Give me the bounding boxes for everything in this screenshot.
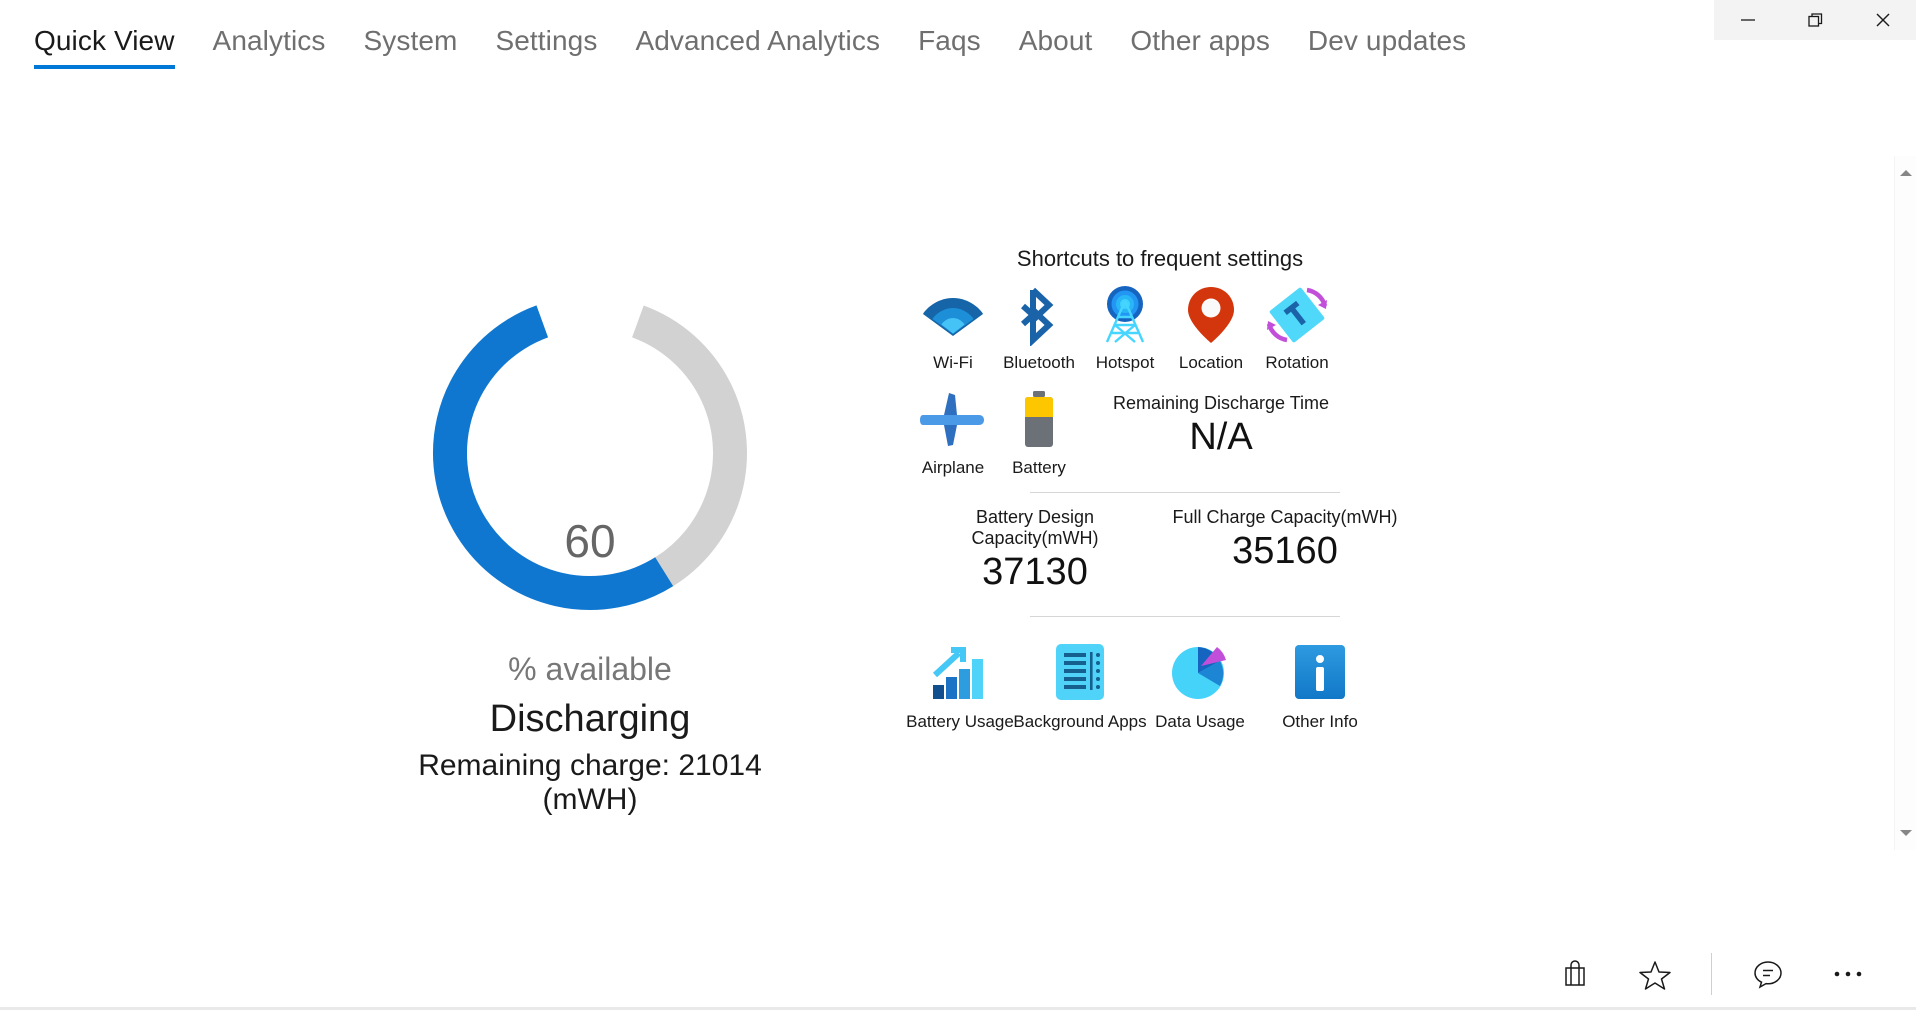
stat-label: Battery Design Capacity(mWH) [971,507,1099,548]
minimize-button[interactable] [1714,0,1781,40]
remaining-discharge-time: Remaining Discharge Time N/A [1106,389,1336,459]
shortcut-label: Background Apps [1013,712,1147,731]
shortcut-rotation[interactable]: Rotation [1254,284,1340,373]
feedback-button[interactable] [1728,943,1808,1005]
favorite-button[interactable] [1615,943,1695,1005]
gauge-unit-label: % available [508,651,672,687]
minimize-icon [1740,19,1755,21]
tab-about[interactable]: About [1000,7,1112,69]
shortcut-hotspot[interactable]: Hotspot [1082,284,1168,373]
ellipsis-icon [1834,971,1862,977]
battery-design-capacity: Battery Design Capacity(mWH) 37130 [910,507,1160,594]
pie-chart-icon [1170,639,1230,705]
star-icon [1639,961,1671,990]
battery-gauge-section: 60 % available Discharging Remaining cha… [380,273,800,817]
stat-value: N/A [1189,416,1253,458]
battery-donut-gauge: 60 [410,273,770,633]
store-bag-button[interactable] [1535,943,1615,1005]
tab-label: Analytics [212,24,326,56]
content-area: 60 % available Discharging Remaining cha… [0,78,1916,935]
remaining-charge-text: Remaining charge: 21014 (mWH) [418,749,762,816]
stat-value: 35160 [1232,530,1338,572]
bottombar-divider [1711,953,1712,995]
stat-value: 37130 [982,551,1088,593]
shortcut-label: Location [1178,353,1244,372]
tab-quick-view[interactable]: Quick View [30,7,194,69]
bottom-command-bar [0,938,1916,1010]
bluetooth-icon [1019,284,1059,346]
shortcut-label: Data Usage [1155,712,1245,731]
shortcut-label: Hotspot [1095,353,1155,372]
section-divider-1 [1030,492,1340,493]
tab-analytics[interactable]: Analytics [194,7,345,69]
shortcut-label: Other Info [1282,712,1358,731]
shortcut-row-3: Battery Usage Background Apps Data Usage… [900,639,1410,732]
shortcut-battery-usage[interactable]: Battery Usage [900,639,1020,732]
shortcut-label: Battery Usage [906,712,1014,731]
full-charge-capacity: Full Charge Capacity(mWH) 35160 [1160,507,1410,594]
stat-label: Remaining Discharge Time [1112,393,1330,413]
shortcut-battery[interactable]: Battery [996,389,1082,478]
window-titlebar [1714,0,1916,40]
shortcut-label: Rotation [1265,353,1329,372]
restore-button[interactable] [1782,0,1849,40]
scroll-down-arrow-icon[interactable] [1899,830,1912,836]
tab-label: About [1018,24,1093,56]
stat-label: Full Charge Capacity(mWH) [1172,507,1398,527]
shortcut-bluetooth[interactable]: Bluetooth [996,284,1082,373]
info-icon [1291,639,1349,705]
tab-label: Faqs [918,24,981,56]
tab-label: System [363,24,458,56]
tab-active-indicator [34,64,175,69]
shortcut-data-usage[interactable]: Data Usage [1140,639,1260,732]
shortcut-label: Airplane [921,458,985,477]
vertical-scrollbar[interactable] [1894,156,1916,850]
shortcut-row-2: Airplane Battery Remaining Discharge Tim… [910,389,1410,478]
tab-label: Dev updates [1307,24,1467,56]
location-pin-icon [1185,284,1237,346]
tab-settings[interactable]: Settings [476,7,616,69]
shortcuts-title: Shortcuts to frequent settings [1016,246,1304,271]
tab-system[interactable]: System [345,7,477,69]
shortcut-other-info[interactable]: Other Info [1260,639,1380,732]
tab-faqs[interactable]: Faqs [899,7,1000,69]
main-tab-strip: Quick View Analytics System Settings Adv… [0,0,1700,75]
list-document-icon [1052,639,1108,705]
shortcut-row-1: Wi-Fi Bluetooth Hotspot Location Rotatio… [910,284,1410,373]
shortcut-background-apps[interactable]: Background Apps [1013,639,1147,732]
more-options-button[interactable] [1808,943,1888,1005]
airplane-icon [917,389,989,451]
app-window: Quick View Analytics System Settings Adv… [0,0,1916,1010]
close-button[interactable] [1849,0,1916,40]
tab-label: Advanced Analytics [635,24,881,56]
shortcuts-panel: Shortcuts to frequent settings Wi-Fi Blu… [906,246,1410,732]
section-divider-2 [1030,616,1340,617]
feedback-bubble-icon [1754,961,1782,989]
hotspot-icon [1096,284,1154,346]
shortcut-label: Battery [1012,458,1066,477]
shortcut-label: Bluetooth [1003,353,1075,372]
capacity-stats-row: Battery Design Capacity(mWH) 37130 Full … [910,507,1410,594]
battery-icon [1017,389,1061,451]
tab-dev-updates[interactable]: Dev updates [1289,7,1485,69]
bar-chart-arrow-icon [927,639,993,705]
tab-other-apps[interactable]: Other apps [1111,7,1289,69]
wifi-icon [922,284,984,346]
tab-label: Other apps [1130,24,1270,56]
tab-label: Quick View [34,24,175,56]
rotation-icon [1263,284,1331,346]
tab-advanced-analytics[interactable]: Advanced Analytics [616,7,899,69]
restore-icon [1808,13,1823,27]
scroll-up-arrow-icon[interactable] [1899,170,1912,176]
tab-label: Settings [495,24,598,56]
shortcut-location[interactable]: Location [1168,284,1254,373]
battery-status-text: Discharging [489,698,691,740]
shortcut-airplane[interactable]: Airplane [910,389,996,478]
shortcut-wifi[interactable]: Wi-Fi [910,284,996,373]
close-icon [1876,13,1889,27]
shortcut-label: Wi-Fi [933,353,973,372]
gauge-percent-value: 60 [564,515,616,567]
shopping-bag-icon [1565,960,1585,986]
